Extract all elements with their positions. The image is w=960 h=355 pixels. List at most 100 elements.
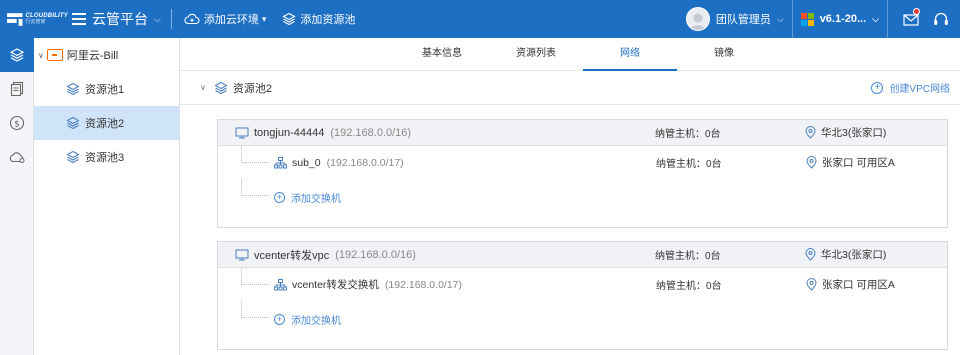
vpc-cidr: (192.168.0.0/16) [330, 126, 412, 139]
version-label: v6.1-20... [819, 13, 867, 25]
vpc-managed-hosts: 纳管主机：0台 [655, 129, 721, 140]
tab-resource-list[interactable]: 资源列表 [489, 38, 583, 70]
subnet-zone: 张家口 可用区A [806, 277, 895, 292]
vpc-managed-hosts: 纳管主机：0台 [655, 251, 721, 262]
rail-item-billing[interactable]: $ [0, 106, 34, 140]
vpc-region-label: 华北3(张家口) [821, 127, 887, 139]
chevron-down-icon[interactable]: ∨ [38, 51, 44, 60]
vpc-region-label: 华北3(张家口) [821, 249, 887, 261]
vpc-name[interactable]: tongjun-44444 [254, 127, 324, 139]
cloud-add-icon [184, 13, 200, 25]
dollar-icon: $ [9, 115, 25, 131]
top-bar: CLOUDBILITY 行云管家 云管平台 ⌵ 添加云环境 ▾ 添加资源池 团队… [0, 0, 960, 38]
brand-logo[interactable]: CLOUDBILITY 行云管家 [0, 0, 68, 38]
notification-dot [913, 8, 920, 15]
add-switch-row: + 添加交换机 [218, 301, 947, 334]
rail-item-documents[interactable] [0, 72, 34, 106]
tab-basic-info[interactable]: 基本信息 [395, 38, 489, 70]
monitor-icon [235, 249, 249, 260]
network-switch-icon [274, 278, 287, 290]
user-icon [688, 13, 707, 30]
layers-icon [214, 81, 228, 94]
network-switch-icon [274, 156, 287, 168]
headset-icon [934, 12, 948, 25]
hamburger-icon [72, 13, 86, 25]
create-vpc-button[interactable]: + 创建VPC网络 [871, 80, 950, 95]
location-pin-icon [806, 156, 817, 169]
tab-images[interactable]: 镜像 [677, 38, 771, 70]
plus-circle-icon: + [871, 81, 884, 94]
chevron-down-icon: ⌵ [872, 13, 879, 24]
tree-item-pool-1[interactable]: 资源池1 [34, 72, 179, 106]
subnet-managed-hosts: 纳管主机：0台 [656, 159, 722, 170]
rail-item-resource-pools[interactable] [0, 38, 34, 72]
svg-text:$: $ [14, 119, 20, 129]
chevron-down-icon[interactable]: ⌵ [154, 14, 161, 25]
cloudbility-logo-icon [6, 13, 23, 26]
windows-logo-icon [800, 12, 814, 26]
chevron-down-icon[interactable]: ∨ [200, 83, 206, 92]
left-rail: $ [0, 38, 34, 355]
main-content: 基本信息 资源列表 网络 镜像 ∨ 资源池2 + 创建VPC网络 tongjun… [180, 38, 960, 355]
document-icon [10, 81, 24, 97]
layers-icon [66, 116, 80, 130]
location-pin-icon [806, 278, 817, 291]
vpc-header: tongjun-44444 (192.168.0.0/16) 纳管主机：0台 华… [218, 120, 947, 146]
vpc-region: 华北3(张家口) [805, 247, 886, 262]
add-cloud-env-label: 添加云环境 [203, 14, 259, 26]
brand-subname: 行云管家 [25, 19, 46, 25]
vpc-card: vcenter转发vpc (192.168.0.0/16) 纳管主机：0台 华北… [217, 241, 948, 350]
layers-icon [282, 12, 297, 26]
subnet-zone: 张家口 可用区A [806, 155, 895, 170]
aliyun-logo-icon [46, 49, 63, 61]
tree-item-label: 资源池2 [85, 118, 125, 130]
vpc-header: vcenter转发vpc (192.168.0.0/16) 纳管主机：0台 华北… [218, 242, 947, 268]
app-title[interactable]: 云管平台 [92, 9, 148, 29]
chevron-down-icon[interactable]: ⌵ [777, 14, 784, 25]
create-vpc-label: 创建VPC网络 [889, 84, 950, 95]
vpc-region: 华北3(张家口) [805, 125, 886, 140]
divider [170, 9, 172, 29]
version-selector[interactable]: v6.1-20... ⌵ [800, 12, 879, 26]
support-button[interactable] [926, 0, 956, 38]
add-switch-button[interactable]: + 添加交换机 [274, 190, 341, 205]
cloud-gear-icon [9, 152, 24, 163]
add-resource-pool-label: 添加资源池 [300, 14, 356, 26]
user-name[interactable]: 团队管理员 [716, 11, 771, 27]
subnet-row: vcenter转发交换机 (192.168.0.0/17) 纳管主机：0台 张家… [218, 268, 947, 301]
tab-network[interactable]: 网络 [583, 38, 677, 71]
plus-circle-icon: + [274, 314, 285, 325]
tree-root-aliyun[interactable]: ∨ 阿里云-Bill [34, 38, 179, 72]
resource-tree: ∨ 阿里云-Bill 资源池1 资源池2 资源池3 [34, 38, 180, 355]
layers-icon [66, 150, 80, 164]
pool-header: ∨ 资源池2 + 创建VPC网络 [180, 71, 960, 105]
vpc-name[interactable]: vcenter转发vpc [254, 247, 329, 263]
add-resource-pool-button[interactable]: 添加资源池 [282, 11, 355, 27]
subnet-managed-hosts: 纳管主机：0台 [656, 281, 722, 292]
add-switch-button[interactable]: + 添加交换机 [274, 312, 341, 327]
layers-icon [9, 48, 25, 62]
tree-item-label: 资源池3 [85, 152, 125, 164]
tree-item-pool-3[interactable]: 资源池3 [34, 140, 179, 174]
messages-button[interactable] [896, 0, 926, 38]
add-switch-row: + 添加交换机 [218, 179, 947, 212]
pool-title: 资源池2 [232, 82, 272, 95]
rail-item-cloud-settings[interactable] [0, 140, 34, 174]
tree-item-label: 资源池1 [85, 84, 125, 96]
subnet-cidr: (192.168.0.0/17) [384, 278, 462, 291]
location-pin-icon [805, 126, 816, 139]
avatar[interactable] [685, 7, 710, 31]
subnet-cidr: (192.168.0.0/17) [326, 156, 404, 169]
chevron-down-icon: ▾ [261, 13, 267, 24]
tree-item-pool-2[interactable]: 资源池2 [34, 106, 179, 140]
tab-bar: 基本信息 资源列表 网络 镜像 [180, 38, 960, 71]
add-cloud-env-button[interactable]: 添加云环境 ▾ [184, 11, 267, 27]
location-pin-icon [805, 248, 816, 261]
menu-button[interactable] [68, 0, 90, 38]
subnet-name[interactable]: vcenter转发交换机 (192.168.0.0/17) [274, 277, 462, 292]
tree-root-label: 阿里云-Bill [66, 50, 119, 62]
layers-icon [66, 82, 80, 96]
subnet-name[interactable]: sub_0 (192.168.0.0/17) [274, 156, 404, 169]
vpc-cidr: (192.168.0.0/16) [335, 248, 416, 261]
vpc-card: tongjun-44444 (192.168.0.0/16) 纳管主机：0台 华… [217, 119, 948, 228]
